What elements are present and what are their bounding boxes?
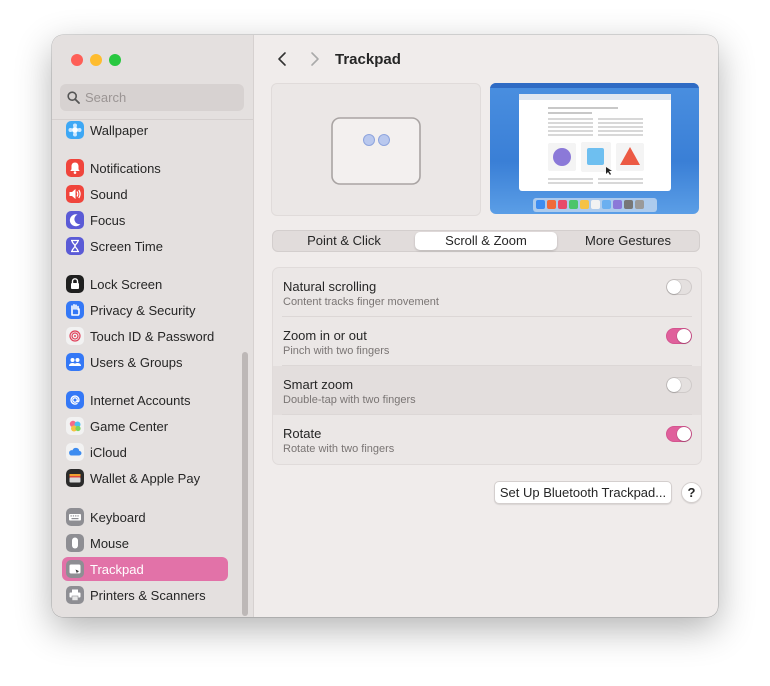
trackpad-gesture-illustration (331, 117, 421, 185)
zoom-toggle[interactable] (666, 328, 692, 344)
sidebar-item-label: Mouse (90, 536, 130, 551)
toggle-knob (677, 427, 691, 441)
sidebar-item-label: Touch ID & Password (90, 329, 215, 344)
sidebar-list: Wallpaper Notifications Sound Focus Scre… (52, 35, 253, 617)
sidebar-item-mouse[interactable]: Mouse (62, 531, 228, 555)
lock-screen-icon (66, 275, 84, 293)
sidebar-item-label: iCloud (90, 445, 127, 460)
sidebar-item-printers[interactable]: Printers & Scanners (62, 583, 228, 607)
fingerprint-icon (66, 327, 84, 345)
setting-title: Rotate (283, 426, 322, 441)
screen-time-icon (66, 237, 84, 255)
toggle-knob (677, 329, 691, 343)
chevron-left-icon (278, 52, 286, 66)
wallpaper-icon (66, 121, 84, 139)
setting-row-rotate: Rotate Rotate with two fingers (273, 415, 701, 464)
sidebar-item-label: Printers & Scanners (90, 588, 206, 603)
sidebar-item-label: Screen Time (90, 239, 163, 254)
at-sign-icon (66, 391, 84, 409)
settings-group: Natural scrolling Content tracks finger … (272, 267, 702, 465)
natural-scrolling-toggle[interactable] (666, 279, 692, 295)
gesture-preview-screen (490, 83, 699, 214)
icloud-icon (66, 443, 84, 461)
tab-more-gestures[interactable]: More Gestures (557, 231, 699, 251)
smart-zoom-toggle[interactable] (666, 377, 692, 393)
sidebar-scrollbar[interactable] (242, 352, 248, 616)
sidebar-item-label: Sound (90, 187, 128, 202)
mouse-icon (66, 534, 84, 552)
tab-scroll-zoom[interactable]: Scroll & Zoom (415, 232, 557, 250)
settings-window: Wallpaper Notifications Sound (52, 35, 718, 617)
sidebar-item-label: Keyboard (90, 510, 146, 525)
sidebar-item-label: Wallpaper (90, 123, 149, 138)
sidebar: Wallpaper Notifications Sound (52, 35, 254, 617)
sidebar-item-wallet[interactable]: Wallet & Apple Pay (62, 466, 228, 490)
sidebar-item-notifications[interactable]: Notifications (62, 156, 228, 180)
notifications-icon (66, 159, 84, 177)
sidebar-item-privacy-security[interactable]: Privacy & Security (62, 298, 228, 322)
forward-button[interactable] (304, 49, 324, 69)
setting-subtitle: Double-tap with two fingers (283, 394, 416, 406)
sidebar-item-lock-screen[interactable]: Lock Screen (62, 272, 228, 296)
sidebar-item-touch-id[interactable]: Touch ID & Password (62, 324, 228, 348)
sidebar-item-label: Notifications (90, 161, 161, 176)
sidebar-item-users-groups[interactable]: Users & Groups (62, 350, 228, 374)
focus-icon (66, 211, 84, 229)
setting-title: Zoom in or out (283, 328, 367, 343)
sidebar-item-label: Internet Accounts (90, 393, 191, 408)
game-center-icon (66, 417, 84, 435)
privacy-hand-icon (66, 301, 84, 319)
sidebar-item-sound[interactable]: Sound (62, 182, 228, 206)
tab-point-click[interactable]: Point & Click (273, 231, 415, 251)
desktop-preview-illustration (490, 83, 699, 212)
sidebar-item-label: Privacy & Security (90, 303, 196, 318)
back-button[interactable] (273, 49, 293, 69)
setting-subtitle: Rotate with two fingers (283, 443, 395, 455)
sidebar-item-keyboard[interactable]: Keyboard (62, 505, 228, 529)
setting-title: Smart zoom (283, 377, 354, 392)
keyboard-icon (66, 508, 84, 526)
sidebar-item-trackpad[interactable]: Trackpad (62, 557, 228, 581)
users-icon (66, 353, 84, 371)
sidebar-item-wallpaper[interactable]: Wallpaper (62, 118, 228, 142)
sidebar-item-game-center[interactable]: Game Center (62, 414, 228, 438)
sidebar-item-focus[interactable]: Focus (62, 208, 228, 232)
sidebar-item-label: Game Center (90, 419, 169, 434)
wallet-icon (66, 469, 84, 487)
sidebar-item-label: Trackpad (90, 562, 144, 577)
help-button[interactable]: ? (681, 482, 702, 503)
sidebar-item-screen-time[interactable]: Screen Time (62, 234, 228, 258)
setting-title: Natural scrolling (283, 279, 377, 294)
page-title: Trackpad (335, 51, 401, 68)
trackpad-icon (66, 560, 84, 578)
setting-row-smart-zoom: Smart zoom Double-tap with two fingers (273, 366, 701, 415)
printer-icon (66, 586, 84, 604)
gesture-preview-trackpad (271, 83, 481, 216)
setting-row-natural-scrolling: Natural scrolling Content tracks finger … (273, 268, 701, 317)
sidebar-item-label: Focus (90, 213, 126, 228)
toggle-knob (667, 280, 681, 294)
toggle-knob (667, 378, 681, 392)
sound-icon (66, 185, 84, 203)
sidebar-item-icloud[interactable]: iCloud (62, 440, 228, 464)
main-pane: Trackpad Point & Click Scroll & Zoom Mor… (254, 35, 718, 617)
setting-subtitle: Content tracks finger movement (283, 296, 439, 308)
gesture-tabs: Point & Click Scroll & Zoom More Gesture… (272, 230, 700, 252)
setup-bluetooth-trackpad-button[interactable]: Set Up Bluetooth Trackpad... (494, 481, 672, 504)
sidebar-item-label: Wallet & Apple Pay (90, 471, 201, 486)
setting-subtitle: Pinch with two fingers (283, 345, 390, 357)
sidebar-item-label: Lock Screen (90, 277, 163, 292)
sidebar-item-internet-accounts[interactable]: Internet Accounts (62, 388, 228, 412)
sidebar-item-label: Users & Groups (90, 355, 183, 370)
setting-row-zoom: Zoom in or out Pinch with two fingers (273, 317, 701, 366)
rotate-toggle[interactable] (666, 426, 692, 442)
chevron-right-icon (311, 52, 319, 66)
